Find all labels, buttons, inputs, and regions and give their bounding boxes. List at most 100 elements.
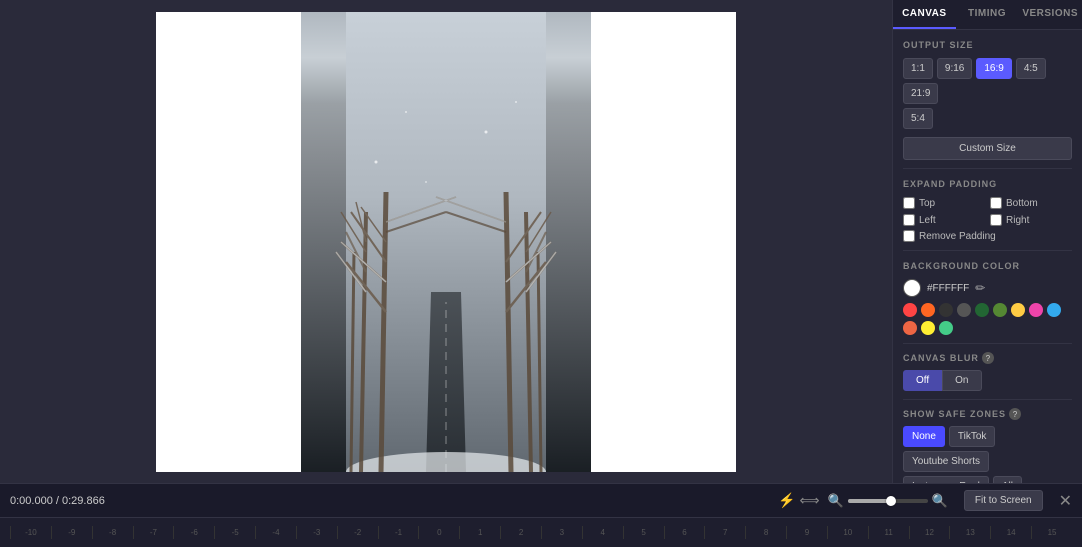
- padding-right-label: Right: [1006, 215, 1029, 226]
- padding-top-input[interactable]: [903, 197, 915, 209]
- color-circle-white[interactable]: [903, 279, 921, 297]
- timeline-mark: 0: [418, 526, 459, 539]
- tab-versions[interactable]: VERSIONS: [1018, 0, 1082, 29]
- timeline-mark: 7: [704, 526, 745, 539]
- zoom-slider-thumb: [886, 496, 896, 506]
- safe-zones-header: SHOW SAFE ZONES ?: [903, 408, 1072, 420]
- zoom-slider-fill: [848, 499, 888, 503]
- timeline-mark: 14: [990, 526, 1031, 539]
- timeline-mark: 13: [949, 526, 990, 539]
- zoom-in-icon[interactable]: 🔍: [932, 493, 948, 509]
- timeline-mark: 4: [582, 526, 623, 539]
- close-button[interactable]: ✕: [1059, 491, 1072, 511]
- canvas-blur-off-button[interactable]: Off: [903, 370, 942, 391]
- canvas-blur-header: CANVAS BLUR ?: [903, 352, 1072, 364]
- swatch-lightgreen[interactable]: [993, 303, 1007, 317]
- tab-canvas[interactable]: CANVAS: [893, 0, 956, 29]
- custom-size-button[interactable]: Custom Size: [903, 137, 1072, 160]
- swatch-orange[interactable]: [921, 303, 935, 317]
- canvas-blur-label: CANVAS BLUR: [903, 353, 979, 363]
- ratio-buttons-row2: 5:4: [903, 108, 1072, 129]
- canvas-content: [156, 12, 736, 472]
- swatch-red[interactable]: [903, 303, 917, 317]
- remove-padding-label: Remove Padding: [919, 231, 996, 242]
- zoom-slider[interactable]: [848, 499, 928, 503]
- timeline-mark: 8: [745, 526, 786, 539]
- safe-zones-info-icon[interactable]: ?: [1009, 408, 1021, 420]
- timeline-mark: 12: [909, 526, 950, 539]
- canvas-area: [0, 0, 892, 483]
- ratio-btn-16-9[interactable]: 16:9: [976, 58, 1011, 79]
- padding-top-checkbox[interactable]: Top: [903, 197, 985, 209]
- ratio-btn-9-16[interactable]: 9:16: [937, 58, 972, 79]
- timeline-mark: -1: [378, 526, 419, 539]
- safe-zone-tiktok-button[interactable]: TikTok: [949, 426, 996, 447]
- swatch-dark2[interactable]: [957, 303, 971, 317]
- timeline-mark: 6: [664, 526, 705, 539]
- playhead-drag-icon[interactable]: ⟺: [799, 492, 819, 509]
- ratio-btn-21-9[interactable]: 21:9: [903, 83, 938, 104]
- swatch-dark1[interactable]: [939, 303, 953, 317]
- padding-right-checkbox[interactable]: Right: [990, 214, 1072, 226]
- timeline-area: -10-9-8-7-6-5-4-3-2-10123456789101112131…: [0, 517, 1082, 547]
- snow-scene-background: [301, 12, 591, 472]
- canvas-blur-info-icon[interactable]: ?: [982, 352, 994, 364]
- canvas-right-padding: [591, 12, 736, 472]
- zoom-slider-area: 🔍 🔍: [828, 493, 948, 509]
- padding-top-label: Top: [919, 198, 935, 209]
- split-icon[interactable]: ⚡: [778, 492, 795, 509]
- padding-left-checkbox[interactable]: Left: [903, 214, 985, 226]
- timeline-mark: -9: [51, 526, 92, 539]
- timeline-mark: -5: [214, 526, 255, 539]
- expand-padding-label: EXPAND PADDING: [903, 179, 1072, 189]
- timeline-mark: -6: [173, 526, 214, 539]
- swatch-pink[interactable]: [1029, 303, 1043, 317]
- bottom-bar: 0:00.000 / 0:29.866 ⚡ ⟺ 🔍 🔍 Fit to Scree…: [0, 483, 1082, 517]
- color-hex-value: #FFFFFF: [927, 283, 969, 294]
- padding-bottom-input[interactable]: [990, 197, 1002, 209]
- panel-content: OUTPUT SIZE 1:1 9:16 16:9 4:5 21:9 5:4 C…: [893, 30, 1082, 483]
- remove-padding-checkbox[interactable]: Remove Padding: [903, 230, 1072, 242]
- canvas-blur-toggle-area: Off On: [903, 370, 1072, 391]
- zoom-out-icon[interactable]: 🔍: [828, 493, 844, 509]
- color-row: #FFFFFF ✏: [903, 279, 1072, 297]
- swatch-bright-yellow[interactable]: [921, 321, 935, 335]
- padding-left-input[interactable]: [903, 214, 915, 226]
- pencil-icon[interactable]: ✏: [975, 281, 985, 295]
- background-color-label: BACKGROUND COLOR: [903, 261, 1072, 271]
- remove-padding-input[interactable]: [903, 230, 915, 242]
- timeline-marks: -10-9-8-7-6-5-4-3-2-10123456789101112131…: [10, 526, 1072, 539]
- timeline-mark: -4: [255, 526, 296, 539]
- swatch-teal[interactable]: [939, 321, 953, 335]
- padding-left-label: Left: [919, 215, 936, 226]
- ratio-btn-1-1[interactable]: 1:1: [903, 58, 933, 79]
- ratio-buttons-row1: 1:1 9:16 16:9 4:5 21:9: [903, 58, 1072, 104]
- padding-right-input[interactable]: [990, 214, 1002, 226]
- safe-zone-none-button[interactable]: None: [903, 426, 945, 447]
- fit-screen-button[interactable]: Fit to Screen: [964, 490, 1043, 511]
- timeline-mark: -3: [296, 526, 337, 539]
- timeline-mark: -2: [337, 526, 378, 539]
- snow-scene-svg: [301, 12, 591, 472]
- swatch-blue[interactable]: [1047, 303, 1061, 317]
- safe-zone-instagram-reel-button[interactable]: Instagram Reel: [903, 476, 989, 483]
- tab-timing[interactable]: TIMING: [956, 0, 1019, 29]
- timeline-mark: 10: [827, 526, 868, 539]
- safe-zones-row2: Instagram Reel All: [903, 476, 1072, 483]
- safe-zone-youtube-shorts-button[interactable]: Youtube Shorts: [903, 451, 989, 472]
- timeline-mark: 1: [459, 526, 500, 539]
- swatch-yellow[interactable]: [1011, 303, 1025, 317]
- timeline-mark: -7: [133, 526, 174, 539]
- safe-zone-all-button[interactable]: All: [993, 476, 1022, 483]
- tab-bar: CANVAS TIMING VERSIONS: [893, 0, 1082, 30]
- swatch-green[interactable]: [975, 303, 989, 317]
- ratio-btn-4-5[interactable]: 4:5: [1016, 58, 1046, 79]
- canvas-blur-on-button[interactable]: On: [942, 370, 981, 391]
- timeline-mark: -10: [10, 526, 51, 539]
- timeline-mark: 15: [1031, 526, 1072, 539]
- padding-bottom-checkbox[interactable]: Bottom: [990, 197, 1072, 209]
- swatch-coral[interactable]: [903, 321, 917, 335]
- ratio-btn-5-4[interactable]: 5:4: [903, 108, 933, 129]
- timeline-mark: 9: [786, 526, 827, 539]
- padding-checkboxes: Top Bottom Left Right: [903, 197, 1072, 226]
